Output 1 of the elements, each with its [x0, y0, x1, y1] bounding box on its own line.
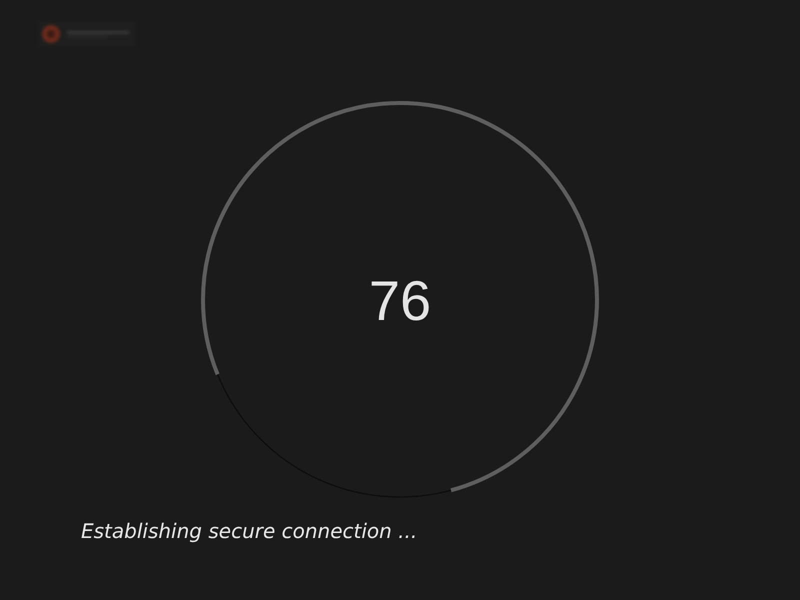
status-text: Establishing secure connection ... — [81, 519, 418, 543]
